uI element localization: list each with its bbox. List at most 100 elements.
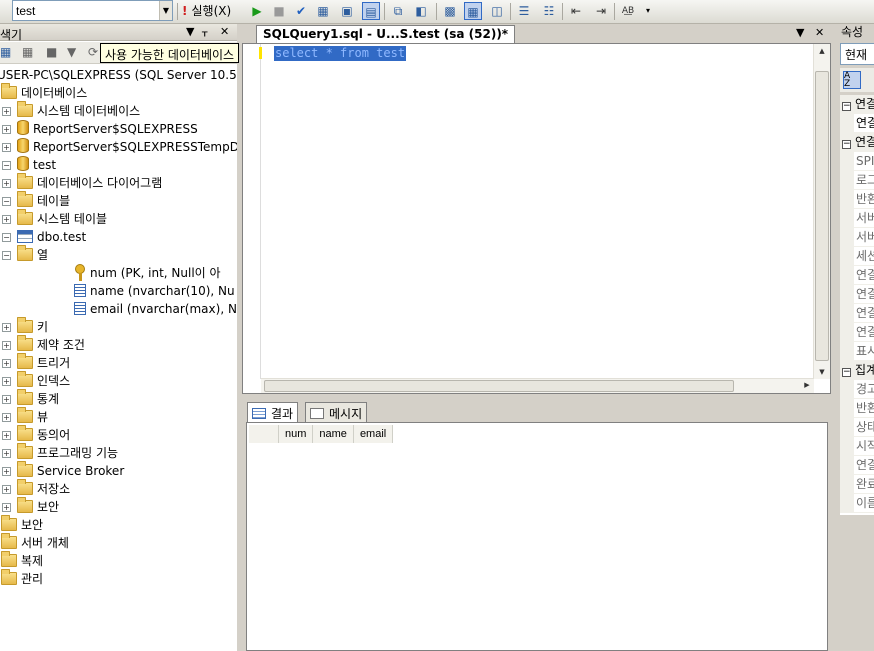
- execute-button[interactable]: ! 실행(X): [182, 2, 231, 20]
- property-row[interactable]: 로그: [840, 171, 874, 190]
- expand-icon[interactable]: +: [2, 215, 11, 224]
- collapse-icon[interactable]: −: [842, 140, 851, 149]
- row-header-corner[interactable]: [249, 425, 279, 443]
- expand-icon[interactable]: +: [2, 179, 11, 188]
- results-to-file-icon[interactable]: ◫: [488, 2, 506, 20]
- horizontal-scrollbar[interactable]: ▶: [261, 378, 814, 393]
- chevron-down-icon[interactable]: ▼: [796, 26, 804, 39]
- expand-icon[interactable]: +: [2, 107, 11, 116]
- expand-icon[interactable]: +: [2, 413, 11, 422]
- debug-icon[interactable]: ▶: [248, 2, 266, 20]
- results-grid[interactable]: num name email: [246, 422, 828, 651]
- expand-icon[interactable]: +: [2, 341, 11, 350]
- tree-node[interactable]: 데이터베이스: [0, 83, 87, 102]
- expand-icon[interactable]: +: [2, 359, 11, 368]
- decrease-indent-icon[interactable]: ⇤: [567, 2, 585, 20]
- property-row[interactable]: 완료: [840, 475, 874, 494]
- property-row[interactable]: 반환: [840, 190, 874, 209]
- scroll-up-icon[interactable]: ▲: [815, 45, 829, 57]
- tree-node[interactable]: − 테이블: [2, 191, 70, 210]
- results-to-grid-icon[interactable]: ▦: [464, 2, 482, 20]
- expand-icon[interactable]: +: [2, 377, 11, 386]
- tree-node[interactable]: + 보안: [2, 497, 59, 516]
- tree-node[interactable]: + 프로그래밍 기능: [2, 443, 118, 462]
- tree-node[interactable]: 관리: [0, 569, 43, 588]
- query-editor[interactable]: select * from test ▲ ▼ ▶: [242, 43, 831, 394]
- scroll-down-icon[interactable]: ▼: [815, 366, 829, 378]
- tree-node[interactable]: + 데이터베이스 다이어그램: [2, 173, 162, 192]
- property-row[interactable]: 연결: [840, 266, 874, 285]
- column-header[interactable]: num: [279, 425, 314, 443]
- tree-node[interactable]: + 시스템 테이블: [2, 209, 107, 228]
- column-header[interactable]: email: [353, 425, 394, 443]
- tree-node[interactable]: email (nvarchar(max), N: [74, 300, 237, 318]
- scroll-thumb[interactable]: [264, 380, 734, 392]
- pin-icon[interactable]: ᚁ: [202, 25, 207, 38]
- property-row[interactable]: 시작: [840, 437, 874, 456]
- property-row[interactable]: 연결: [840, 323, 874, 342]
- tree-node[interactable]: + Service Broker: [2, 461, 124, 480]
- comment-lines-icon[interactable]: ☰: [515, 2, 533, 20]
- connect-icon[interactable]: ▦: [0, 45, 11, 59]
- parse-check-icon[interactable]: ✔: [292, 2, 310, 20]
- property-row[interactable]: 반환: [840, 399, 874, 418]
- properties-object-select[interactable]: 현재: [840, 43, 874, 65]
- property-category[interactable]: − 연결: [840, 95, 874, 114]
- property-row[interactable]: 상태: [840, 418, 874, 437]
- toolbar-options-icon[interactable]: ▾: [643, 2, 653, 20]
- tree-node[interactable]: USER-PC\SQLEXPRESS (SQL Server 10.50.1: [0, 66, 237, 84]
- property-row[interactable]: 연결: [840, 114, 874, 133]
- vertical-scrollbar[interactable]: ▲ ▼: [813, 44, 830, 379]
- property-row[interactable]: 세션: [840, 247, 874, 266]
- tree-node[interactable]: + 저장소: [2, 479, 70, 498]
- expand-icon[interactable]: +: [2, 125, 11, 134]
- stop-icon[interactable]: ■: [270, 2, 288, 20]
- tree-node[interactable]: 복제: [0, 551, 43, 570]
- scroll-thumb[interactable]: [815, 71, 829, 361]
- save-results-icon[interactable]: ▤: [362, 2, 380, 20]
- tree-node[interactable]: + 통계: [2, 389, 59, 408]
- tab-results[interactable]: 결과: [247, 402, 299, 422]
- alphabetical-sort-icon[interactable]: AZ: [843, 71, 861, 89]
- tree-node[interactable]: − test: [2, 156, 56, 174]
- property-row[interactable]: SPI: [840, 152, 874, 171]
- close-icon[interactable]: ✕: [815, 26, 824, 39]
- tab-sqlquery1[interactable]: SQLQuery1.sql - U...S.test (sa (52))*: [256, 25, 516, 43]
- expand-icon[interactable]: +: [2, 143, 11, 152]
- property-category[interactable]: − 집계: [840, 361, 874, 380]
- analyze-query-icon[interactable]: ◧: [412, 2, 430, 20]
- property-row[interactable]: 이름: [840, 494, 874, 513]
- property-row[interactable]: 연결: [840, 456, 874, 475]
- tree-node[interactable]: 서버 개체: [0, 533, 69, 552]
- include-plan-icon[interactable]: ▩: [441, 2, 459, 20]
- database-select[interactable]: test ▼: [12, 0, 173, 21]
- tree-node[interactable]: num (PK, int, Null이 아: [74, 264, 221, 282]
- tree-node[interactable]: + 트리거: [2, 353, 70, 372]
- filter-icon[interactable]: ▼: [67, 45, 76, 59]
- tree-node[interactable]: − dbo.test: [2, 228, 86, 246]
- property-row[interactable]: 표시: [840, 342, 874, 361]
- tree-node[interactable]: + ReportServer$SQLEXPRESS: [2, 120, 198, 138]
- close-icon[interactable]: ✕: [220, 25, 229, 38]
- collapse-icon[interactable]: −: [2, 233, 11, 242]
- tree-node[interactable]: + ReportServer$SQLEXPRESSTempDB: [2, 138, 237, 156]
- collapse-icon[interactable]: −: [842, 102, 851, 111]
- collapse-icon[interactable]: −: [842, 368, 851, 377]
- query-text[interactable]: select * from test: [274, 46, 407, 61]
- tree-node[interactable]: + 시스템 데이터베이스: [2, 101, 140, 120]
- expand-icon[interactable]: +: [2, 431, 11, 440]
- scroll-right-icon[interactable]: ▶: [801, 379, 813, 392]
- property-category[interactable]: − 연결: [840, 133, 874, 152]
- tree-node[interactable]: + 동의어: [2, 425, 70, 444]
- property-row[interactable]: 서버: [840, 209, 874, 228]
- tab-messages[interactable]: 메시지: [305, 402, 368, 422]
- tree-node[interactable]: + 뷰: [2, 407, 48, 426]
- disconnect-icon[interactable]: ▦: [22, 45, 33, 59]
- collapse-icon[interactable]: −: [2, 251, 11, 260]
- uncomment-lines-icon[interactable]: ☷: [540, 2, 558, 20]
- property-row[interactable]: 서버: [840, 228, 874, 247]
- expand-icon[interactable]: +: [2, 323, 11, 332]
- increase-indent-icon[interactable]: ⇥: [592, 2, 610, 20]
- refresh-icon[interactable]: ⟳: [88, 45, 98, 59]
- property-row[interactable]: 경고: [840, 380, 874, 399]
